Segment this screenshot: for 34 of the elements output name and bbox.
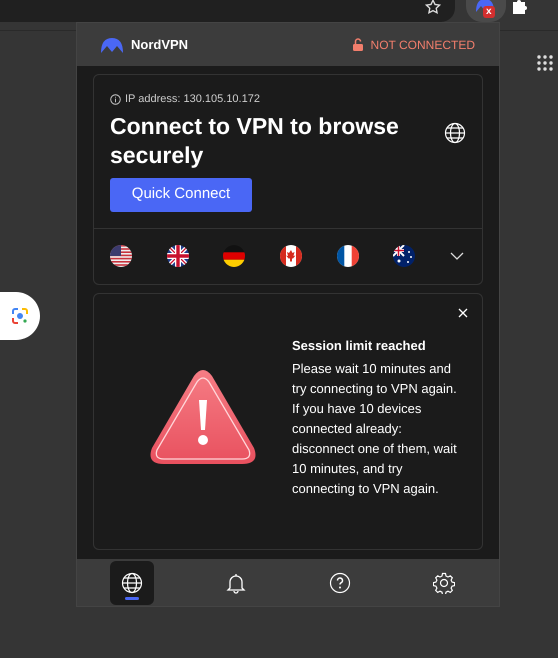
alert-message: Please wait 10 minutes and try connecting to VPN again. If you have 10 devices connected already: disconnect one of them, wait 10 minutes, and try connecting to VPN again. — [292, 360, 458, 498]
mountain-logo-icon — [101, 36, 123, 52]
settings-icon — [433, 572, 455, 594]
info-icon — [110, 94, 121, 105]
warning-icon — [148, 368, 258, 466]
canadian-flag-icon[interactable] — [280, 245, 302, 267]
french-flag-icon[interactable] — [336, 245, 359, 267]
extension-button[interactable]: x — [466, 0, 506, 22]
ip-address: IP address: 130.105.10.172 — [125, 92, 260, 107]
active-indicator — [125, 596, 139, 600]
puzzle-icon[interactable] — [510, 0, 530, 17]
nav-tab[interactable] — [110, 560, 154, 604]
bookmark-star-icon[interactable] — [424, 0, 442, 16]
us-flag-icon[interactable] — [110, 245, 132, 267]
error-badge: x — [483, 6, 495, 18]
alert-title: Session limit reached — [292, 336, 427, 354]
bell-icon — [225, 572, 247, 594]
help-icon — [329, 572, 351, 594]
german-flag-icon[interactable] — [223, 245, 246, 267]
quick-connect-button[interactable]: Quick Connect — [110, 178, 252, 212]
apps-grid-icon[interactable] — [537, 55, 553, 71]
close-icon — [458, 308, 468, 318]
chevron-down-icon[interactable] — [450, 252, 464, 260]
globe-icon[interactable] — [444, 122, 466, 144]
globe-icon — [121, 572, 143, 594]
brand-name: NordVPN — [131, 36, 188, 54]
heading: Connect to VPN to browse securely — [110, 112, 400, 170]
close-button[interactable] — [458, 308, 468, 318]
australian-flag-icon[interactable] — [393, 245, 416, 267]
lens-button[interactable] — [0, 292, 40, 340]
unlocked-padlock-icon — [352, 38, 363, 51]
connection-status: NOT CONNECTED — [370, 36, 475, 54]
uk-flag-icon[interactable] — [166, 245, 189, 267]
camera-lens-icon — [11, 307, 29, 325]
